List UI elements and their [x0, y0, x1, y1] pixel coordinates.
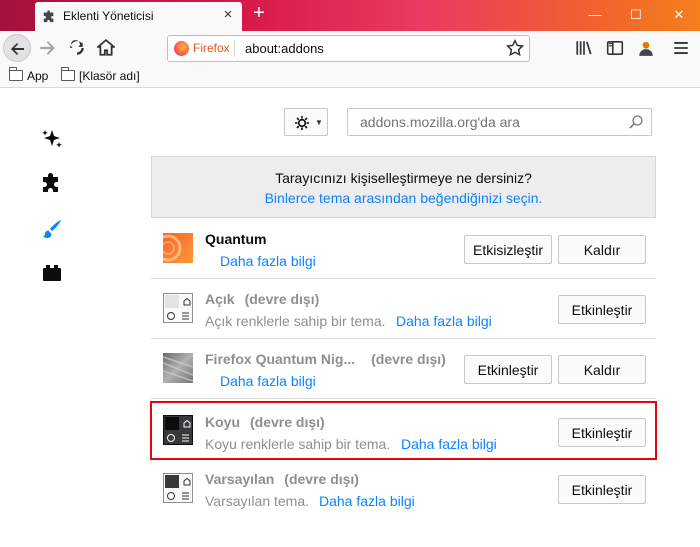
sidebar-icon[interactable]: [606, 39, 624, 57]
menu-icon[interactable]: [672, 39, 690, 57]
back-arrow-icon: [11, 43, 24, 55]
recommendations-icon[interactable]: [40, 127, 64, 151]
extensions-puzzle-icon[interactable]: [40, 170, 64, 194]
dark-theme-thumbnail: [163, 415, 193, 445]
theme-status: (devre dışı): [284, 471, 359, 487]
folder-icon: [61, 67, 75, 81]
gear-icon: [295, 116, 309, 130]
search-icon[interactable]: [628, 114, 644, 130]
folder-icon: [9, 67, 23, 81]
remove-button[interactable]: Kaldır: [558, 235, 646, 264]
more-info-link[interactable]: Daha fazla bilgi: [396, 313, 492, 329]
themes-brush-icon[interactable]: [40, 217, 64, 241]
default-theme-thumbnail: [163, 473, 193, 503]
theme-row-quantum-night: Firefox Quantum Nig... (devre dışı) Daha …: [151, 339, 656, 399]
star-icon[interactable]: [506, 39, 524, 57]
theme-name: Quantum: [205, 231, 266, 247]
theme-name-text: Varsayılan: [205, 471, 275, 487]
bookmark-label: App: [27, 69, 49, 83]
theme-status: (devre dışı): [244, 291, 320, 307]
addons-content: ▼ Tarayıcınızı kişiselleştirmeye ne ders…: [0, 89, 700, 547]
theme-status: (devre dışı): [250, 414, 325, 430]
more-info-link[interactable]: Daha fazla bilgi: [319, 493, 415, 509]
theme-name: Koyu (devre dışı): [205, 414, 325, 430]
navigation-toolbar: Firefox about:addons: [0, 31, 700, 66]
theme-name-text: Koyu: [205, 414, 240, 430]
theme-name-text: Firefox Quantum Nig...: [205, 351, 356, 367]
tab-title: Eklenti Yöneticisi: [63, 9, 154, 23]
addons-search[interactable]: [347, 108, 652, 136]
theme-name-text: Quantum: [205, 231, 267, 247]
theme-description: Varsayılan tema.: [205, 493, 310, 509]
theme-row-dark: Koyu (devre dışı) Koyu renklerle sahip bi…: [150, 401, 657, 460]
minimize-button[interactable]: —: [585, 6, 605, 24]
banner-text: Tarayıcınızı kişiselleştirmeye ne dersin…: [275, 170, 532, 186]
puzzle-icon: [43, 10, 54, 23]
url-identity-label: Firefox: [193, 41, 230, 55]
enable-button[interactable]: Etkinleştir: [558, 295, 646, 324]
theme-row-default: Varsayılan (devre dışı) Varsayılan tema. …: [151, 459, 656, 519]
close-window-button[interactable]: ✕: [669, 6, 689, 24]
url-text[interactable]: about:addons: [245, 41, 324, 56]
tab-addons-manager[interactable]: Eklenti Yöneticisi ×: [35, 2, 242, 31]
theme-row-quantum: Quantum Daha fazla bilgi Etkisizleştir K…: [151, 219, 656, 279]
light-theme-thumbnail: [163, 293, 193, 323]
maximize-button[interactable]: ☐: [626, 6, 646, 24]
back-button[interactable]: [3, 34, 31, 62]
bookmark-label: [Klasör adı]: [79, 69, 140, 83]
firefox-logo-icon: [174, 41, 189, 56]
more-info-link[interactable]: Daha fazla bilgi: [220, 253, 316, 269]
theme-row-light: Açık (devre dışı) Açık renklerle sahip bi…: [151, 279, 656, 339]
remove-button[interactable]: Kaldır: [558, 355, 646, 384]
theme-name: Firefox Quantum Nig... (devre dışı): [205, 351, 446, 367]
chevron-down-icon: ▼: [315, 118, 323, 127]
bookmark-folder[interactable]: [Klasör adı]: [61, 67, 140, 85]
theme-name: Varsayılan (devre dışı): [205, 471, 359, 487]
bookmark-app[interactable]: App: [9, 67, 49, 85]
search-input[interactable]: [348, 109, 623, 135]
url-bar[interactable]: Firefox about:addons: [167, 35, 530, 62]
title-bar: Eklenti Yöneticisi × + — ☐ ✕: [0, 0, 700, 31]
tab-close-icon[interactable]: ×: [218, 5, 238, 25]
theme-name: Açık (devre dışı): [205, 291, 319, 307]
new-tab-button[interactable]: +: [248, 3, 270, 25]
home-icon[interactable]: [97, 39, 115, 57]
library-icon[interactable]: [575, 39, 593, 57]
tools-gear-button[interactable]: ▼: [284, 108, 328, 136]
banner-link[interactable]: Binlerce tema arasından beğendiğinizi se…: [152, 190, 655, 206]
theme-name-text: Açık: [205, 291, 235, 307]
bookmarks-toolbar: App [Klasör adı]: [0, 66, 700, 88]
disable-button[interactable]: Etkisizleştir: [464, 235, 552, 264]
url-divider: [234, 40, 235, 57]
theme-status: (devre dışı): [371, 351, 446, 367]
forward-arrow-icon[interactable]: [38, 39, 56, 57]
enable-button[interactable]: Etkinleştir: [464, 355, 552, 384]
theme-description: Koyu renklerle sahip bir tema.: [205, 436, 391, 452]
theme-description: Açık renklerle sahip bir tema.: [205, 313, 386, 329]
plugins-icon[interactable]: [40, 261, 64, 285]
more-info-link[interactable]: Daha fazla bilgi: [401, 436, 497, 452]
quantum-theme-thumbnail: [163, 233, 193, 263]
enable-button[interactable]: Etkinleştir: [558, 475, 646, 504]
quantum-night-theme-thumbnail: [163, 353, 193, 383]
account-icon[interactable]: [637, 39, 655, 57]
more-info-link[interactable]: Daha fazla bilgi: [220, 373, 316, 389]
themes-banner: Tarayıcınızı kişiselleştirmeye ne dersin…: [151, 156, 656, 218]
enable-button[interactable]: Etkinleştir: [558, 418, 646, 447]
reload-icon[interactable]: [68, 39, 86, 57]
